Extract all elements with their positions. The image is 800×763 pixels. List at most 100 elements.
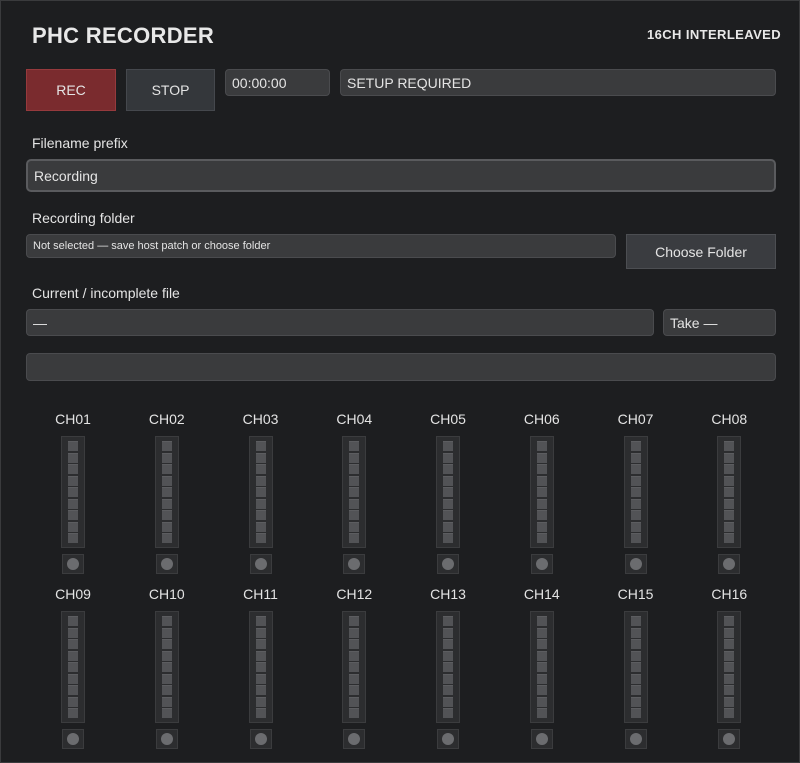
channel-strip: CH05 (401, 411, 495, 581)
channel-strip: CH07 (589, 411, 683, 581)
channel-label: CH12 (336, 586, 373, 602)
channel-toggle-button[interactable] (437, 554, 459, 574)
indicator-dot-icon (67, 733, 79, 745)
indicator-dot-icon (723, 558, 736, 570)
meter-segment (443, 685, 453, 695)
meter-segment (255, 441, 266, 451)
meter-segment (349, 662, 360, 672)
status-display: SETUP REQUIRED (340, 69, 776, 96)
meter-segment (161, 696, 172, 707)
progress-bar (26, 353, 776, 381)
meter-segment (161, 487, 172, 497)
meter-segment (68, 708, 78, 718)
meter-segment (536, 533, 547, 543)
meter-segment (255, 521, 266, 532)
indicator-dot-icon (629, 733, 642, 745)
channel-toggle-button[interactable] (437, 729, 459, 749)
meter-segment (724, 464, 735, 474)
meter-segment (536, 650, 547, 661)
channel-toggle-button[interactable] (62, 554, 84, 574)
meter-segment (68, 673, 78, 684)
meter-segment (161, 510, 172, 520)
channel-toggle-button[interactable] (343, 554, 366, 574)
meter-segment (161, 662, 172, 672)
meter-segment (255, 639, 266, 649)
time-display: 00:00:00 (225, 69, 330, 96)
meter-segment (443, 696, 453, 707)
level-meter (529, 611, 554, 723)
channel-label: CH08 (711, 411, 748, 427)
channel-toggle-button[interactable] (155, 554, 178, 574)
meter-segment (161, 452, 172, 463)
current-file-field: — (26, 309, 654, 336)
meter-segment (255, 510, 266, 520)
stop-button[interactable]: STOP (126, 69, 215, 111)
meter-segment (349, 510, 360, 520)
meter-segment (443, 708, 453, 718)
meter-segment (161, 627, 172, 638)
meter-segment (630, 498, 641, 509)
meter-segment (255, 650, 266, 661)
meter-segment (443, 662, 453, 672)
channel-toggle-button[interactable] (624, 729, 647, 749)
meter-segment (349, 696, 360, 707)
meter-segment (724, 487, 735, 497)
indicator-dot-icon (254, 558, 267, 570)
meter-segment (349, 521, 360, 532)
meter-segment (724, 475, 735, 486)
meter-segment (443, 487, 453, 497)
channel-label: CH11 (243, 586, 278, 602)
channel-toggle-button[interactable] (249, 729, 272, 749)
level-meter (342, 436, 367, 548)
filename-prefix-label: Filename prefix (32, 135, 128, 151)
meter-segment (349, 650, 360, 661)
recording-folder-label: Recording folder (32, 210, 135, 226)
indicator-dot-icon (535, 733, 548, 745)
channel-label: CH13 (430, 586, 466, 602)
filename-prefix-input[interactable]: Recording (26, 159, 776, 192)
meter-segment (536, 452, 547, 463)
meter-segment (536, 627, 547, 638)
indicator-dot-icon (629, 558, 642, 570)
channel-strip: CH04 (307, 411, 401, 581)
meter-segment (443, 673, 453, 684)
meter-segment (443, 650, 453, 661)
channel-toggle-button[interactable] (155, 729, 178, 749)
channel-toggle-button[interactable] (718, 554, 741, 574)
channel-label: CH10 (148, 586, 185, 602)
meter-segment (630, 487, 641, 497)
meter-segment (536, 616, 547, 626)
meter-segment (724, 696, 735, 707)
rec-button[interactable]: REC (26, 69, 116, 111)
meter-segment (724, 616, 735, 626)
level-meter (436, 611, 460, 723)
meter-segment (630, 696, 641, 707)
channel-toggle-button[interactable] (249, 554, 272, 574)
meter-segment (536, 475, 547, 486)
meter-segment (349, 708, 360, 718)
channel-toggle-button[interactable] (343, 729, 366, 749)
channel-toggle-button[interactable] (62, 729, 84, 749)
choose-folder-button[interactable]: Choose Folder (626, 234, 776, 269)
meter-segment (724, 498, 735, 509)
level-meter (61, 436, 85, 548)
meter-segment (255, 475, 266, 486)
channel-mode-label: 16CH INTERLEAVED (646, 27, 781, 42)
meter-segment (68, 441, 78, 451)
meter-segment (630, 673, 641, 684)
channel-strip: CH14 (495, 586, 589, 756)
meter-segment (255, 696, 266, 707)
meter-segment (443, 639, 453, 649)
meter-segment (68, 616, 78, 626)
meter-segment (536, 708, 547, 718)
channel-toggle-button[interactable] (530, 729, 553, 749)
channel-toggle-button[interactable] (624, 554, 647, 574)
indicator-dot-icon (535, 558, 548, 570)
meter-segment (443, 510, 453, 520)
channel-toggle-button[interactable] (718, 729, 741, 749)
channel-label: CH09 (55, 586, 91, 602)
meter-segment (255, 487, 266, 497)
channel-toggle-button[interactable] (530, 554, 553, 574)
meter-segment (349, 533, 360, 543)
meter-segment (443, 475, 453, 486)
